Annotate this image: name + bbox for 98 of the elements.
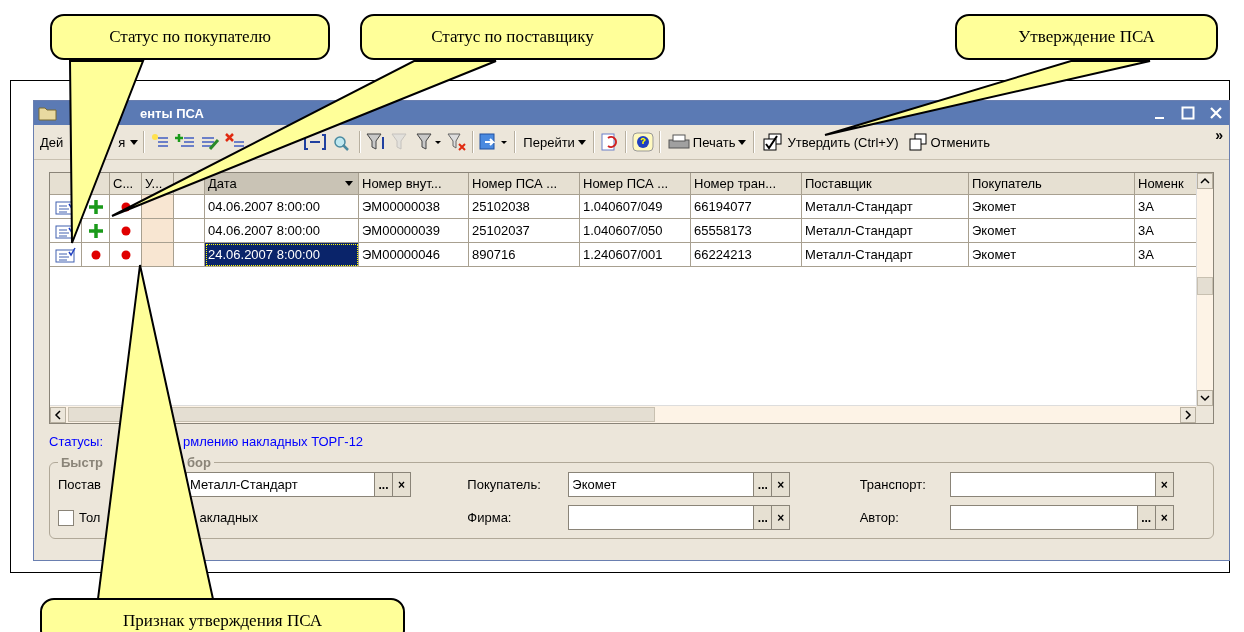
input-field[interactable]: ... × bbox=[949, 505, 1174, 530]
field-label: Фирма: bbox=[466, 510, 513, 525]
checkbox-label: Тол bbox=[79, 510, 101, 525]
field-button[interactable]: ... bbox=[753, 473, 772, 496]
column-header[interactable]: Дата bbox=[208, 176, 237, 191]
field-button[interactable]: ... bbox=[374, 473, 392, 496]
field-button[interactable]: ... bbox=[753, 506, 772, 529]
actions-menu[interactable]: я bbox=[118, 132, 126, 152]
clear-filter-icon[interactable] bbox=[447, 133, 468, 151]
table-cell: Металл-Стандарт bbox=[802, 243, 969, 267]
table-cell: 25102037 bbox=[469, 219, 580, 243]
table-cell: 25102038 bbox=[469, 195, 580, 219]
refresh-icon[interactable] bbox=[599, 133, 620, 151]
callout: Статус по покупателю bbox=[50, 14, 330, 60]
status-link[interactable]: рмлению накладных ТОРГ-12 bbox=[183, 434, 364, 449]
scroll-up-icon[interactable] bbox=[1197, 173, 1213, 189]
table-cell: ЭМ00000046 bbox=[359, 243, 469, 267]
table-cell: 66224213 bbox=[691, 243, 802, 267]
table-cell: 1.240607/001 bbox=[580, 243, 691, 267]
table-cell: Экомет bbox=[969, 243, 1135, 267]
table-cell: 04.06.2007 8:00:00 bbox=[205, 195, 359, 219]
table-cell bbox=[174, 219, 205, 243]
group-title: бор bbox=[187, 455, 211, 470]
column-header[interactable]: Номер внут... bbox=[359, 173, 469, 195]
help-icon[interactable] bbox=[631, 132, 654, 152]
input-field[interactable]: Экомет ... × bbox=[568, 472, 791, 497]
filter-list-icon[interactable] bbox=[416, 133, 443, 151]
column-header[interactable]: Номер ПСА ... bbox=[469, 173, 580, 195]
table-cell bbox=[174, 195, 205, 219]
status-link[interactable]: Статусы: bbox=[49, 434, 104, 449]
scroll-down-icon[interactable] bbox=[1197, 390, 1213, 406]
table-cell: ЭМ00000039 bbox=[359, 219, 469, 243]
table-cell: 1.040607/050 bbox=[580, 219, 691, 243]
filter-icon[interactable] bbox=[366, 133, 387, 151]
maximize-icon[interactable] bbox=[1181, 106, 1195, 120]
table-cell: 24.06.2007 8:00:00 bbox=[205, 243, 359, 267]
printer-icon bbox=[667, 134, 690, 150]
more-button[interactable]: » bbox=[1215, 127, 1223, 143]
caret-icon bbox=[738, 139, 747, 145]
horizontal-scrollbar[interactable] bbox=[50, 405, 1196, 423]
document-check-icon bbox=[54, 246, 77, 263]
field-button[interactable]: × bbox=[771, 473, 790, 496]
field-label: Транспорт: bbox=[858, 477, 927, 492]
column-header[interactable]: Покупатель bbox=[969, 173, 1135, 195]
scrollbar-thumb[interactable] bbox=[68, 407, 655, 422]
plus-icon bbox=[88, 223, 103, 238]
window-title: енты ПСА bbox=[140, 105, 204, 121]
field-button[interactable]: × bbox=[771, 506, 790, 529]
caret-icon[interactable] bbox=[345, 181, 353, 186]
column-header[interactable]: Номенк bbox=[1135, 173, 1196, 195]
checkbox[interactable] bbox=[58, 509, 74, 526]
scrollbar-thumb[interactable] bbox=[1197, 277, 1213, 295]
goto-menu[interactable]: Перейти bbox=[521, 132, 588, 152]
field-button[interactable]: × bbox=[392, 473, 410, 496]
caret-icon[interactable] bbox=[130, 139, 139, 145]
print-menu[interactable]: Печать bbox=[665, 132, 749, 152]
table-cell: Экомет bbox=[969, 195, 1135, 219]
scroll-right-icon[interactable] bbox=[1180, 406, 1196, 423]
column-header[interactable]: С... bbox=[110, 173, 142, 195]
column-header[interactable]: Номер тран... bbox=[691, 173, 802, 195]
table-cell: Металл-Стандарт bbox=[802, 195, 969, 219]
cancel-button[interactable]: Отменить bbox=[905, 131, 992, 153]
callout: Статус по поставщику bbox=[360, 14, 665, 60]
vertical-scrollbar[interactable] bbox=[1196, 173, 1213, 406]
field-button[interactable]: ... bbox=[1136, 506, 1155, 529]
table-cell: Экомет bbox=[969, 219, 1135, 243]
window-stack-icon bbox=[907, 133, 928, 151]
column-header[interactable]: Номер ПСА ... bbox=[580, 173, 691, 195]
table-cell: 66194077 bbox=[691, 195, 802, 219]
scroll-left-icon[interactable] bbox=[50, 406, 66, 423]
input-field[interactable]: Металл-Стандарт ... × bbox=[186, 472, 411, 497]
field-button[interactable]: × bbox=[1154, 473, 1173, 496]
input-field[interactable]: × bbox=[949, 472, 1174, 497]
table-cell: ЭМ00000038 bbox=[359, 195, 469, 219]
table-cell: Металл-Стандарт bbox=[802, 219, 969, 243]
table-cell: 1.040607/049 bbox=[580, 195, 691, 219]
status-dot-icon bbox=[90, 249, 101, 260]
group-title: Быстр bbox=[61, 455, 103, 470]
actions-menu[interactable]: Дей bbox=[40, 132, 64, 152]
scrollbar-corner bbox=[1196, 406, 1213, 423]
checkbox-label: акладных bbox=[199, 510, 258, 525]
callout: Признак утверждения ПСА bbox=[40, 598, 405, 632]
field-label: Автор: bbox=[858, 510, 900, 525]
callout: Утверждение ПСА bbox=[955, 14, 1218, 60]
folder-icon bbox=[38, 105, 58, 121]
input-field[interactable]: ... × bbox=[568, 505, 791, 530]
field-label: Покупатель: bbox=[466, 477, 542, 492]
column-header[interactable]: Поставщик bbox=[802, 173, 969, 195]
table-cell: 890716 bbox=[469, 243, 580, 267]
plus-icon bbox=[88, 199, 103, 214]
table-cell: 65558173 bbox=[691, 219, 802, 243]
checkbox-stack-icon bbox=[762, 133, 785, 151]
close-icon[interactable] bbox=[1209, 106, 1223, 120]
document-arrow-icon[interactable] bbox=[479, 133, 510, 151]
status-dot-icon bbox=[120, 249, 131, 260]
field-label: Постав bbox=[58, 477, 103, 492]
caret-icon bbox=[577, 139, 586, 145]
status-dot-icon bbox=[120, 225, 131, 236]
